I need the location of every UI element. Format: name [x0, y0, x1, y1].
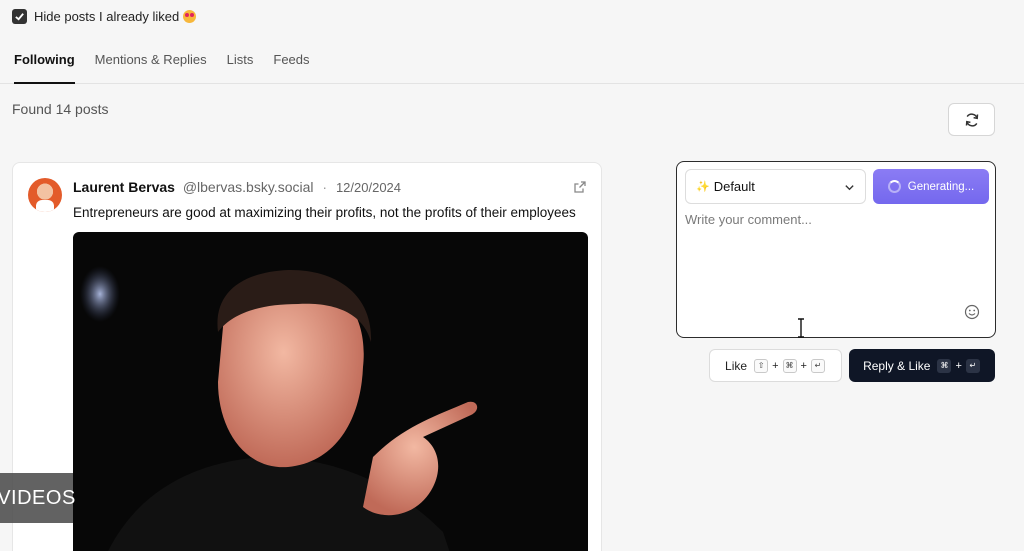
command-key-icon: ⌘ — [937, 358, 952, 373]
videos-overlay-label: VIDEOS — [0, 473, 75, 523]
spinner-icon — [887, 180, 901, 193]
avatar[interactable] — [28, 178, 62, 212]
comment-composer: ✨ Default Generating... — [676, 161, 996, 338]
refresh-button[interactable] — [948, 103, 995, 136]
post-image[interactable] — [73, 232, 588, 551]
separator-dot: · — [322, 179, 328, 195]
tab-following[interactable]: Following — [14, 44, 75, 84]
tab-lists[interactable]: Lists — [227, 44, 254, 84]
tab-mentions-replies[interactable]: Mentions & Replies — [95, 44, 207, 84]
comment-input[interactable] — [685, 212, 985, 292]
template-select-value: Default — [713, 179, 755, 194]
heart-eyes-emoji-icon — [183, 9, 197, 23]
generate-button-label: Generating... — [907, 180, 975, 193]
template-select[interactable]: ✨ Default — [685, 169, 866, 204]
command-key-icon: ⌘ — [782, 358, 797, 373]
plus-sign: + — [800, 359, 807, 372]
reply-like-label: Reply & Like — [863, 358, 931, 373]
found-count: Found 14 posts — [12, 101, 109, 117]
hide-liked-label: Hide posts I already liked — [34, 8, 180, 24]
post-date: 12/20/2024 — [335, 180, 402, 195]
emoji-picker-icon[interactable] — [964, 304, 980, 320]
enter-key-icon: ↵ — [965, 358, 980, 373]
post-card: Laurent Bervas @lbervas.bsky.social · 12… — [12, 162, 602, 551]
refresh-icon — [965, 112, 978, 127]
feed-tabs: Following Mentions & Replies Lists Feeds — [0, 44, 1024, 84]
post-photo — [80, 266, 478, 551]
plus-sign: + — [955, 359, 962, 372]
check-icon — [15, 12, 24, 21]
post-text: Entrepreneurs are good at maximizing the… — [73, 205, 576, 220]
chevron-down-icon — [845, 185, 854, 191]
post-author[interactable]: Laurent Bervas — [73, 179, 175, 195]
post-header: Laurent Bervas @lbervas.bsky.social · 12… — [73, 179, 401, 195]
reply-and-like-button[interactable]: Reply & Like ⌘ + ↵ — [849, 349, 995, 382]
enter-key-icon: ↵ — [810, 358, 825, 373]
tab-feeds[interactable]: Feeds — [273, 44, 309, 84]
hide-liked-filter[interactable]: Hide posts I already liked — [0, 0, 1024, 32]
generate-button[interactable]: Generating... — [873, 169, 989, 204]
hide-liked-checkbox[interactable] — [12, 8, 27, 24]
like-button-label: Like — [725, 358, 748, 373]
text-cursor-icon — [798, 318, 804, 338]
plus-sign: + — [772, 359, 779, 372]
post-handle[interactable]: @lbervas.bsky.social — [183, 179, 314, 195]
sparkles-icon: ✨ — [696, 181, 710, 193]
like-button[interactable]: Like ⇧ + ⌘ + ↵ — [709, 349, 842, 382]
shift-key-icon: ⇧ — [754, 358, 769, 373]
external-link-icon[interactable] — [573, 180, 587, 194]
